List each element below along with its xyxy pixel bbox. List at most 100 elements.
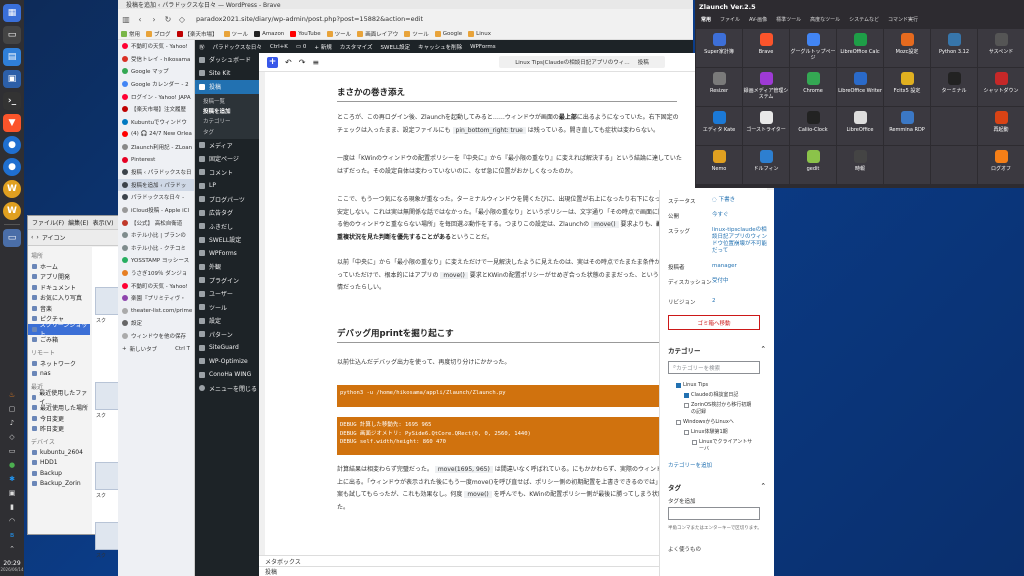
tab[interactable]: 受信トレイ - hikosama xyxy=(118,53,194,66)
menu-settings[interactable]: 設定 xyxy=(195,314,259,328)
trash-button[interactable]: ゴミ箱へ移動 xyxy=(668,315,760,330)
tray-volume-icon[interactable]: ♪ xyxy=(5,417,19,429)
menu-dashboard[interactable]: ダッシュボード xyxy=(195,53,259,67)
tray-wifi-icon[interactable]: ◠ xyxy=(5,515,19,527)
tab[interactable]: 投稿 ‹ パラドックスな日 xyxy=(118,166,194,179)
tab[interactable]: ホテル小比 - クチコミ xyxy=(118,242,194,255)
menu-wp-optimize[interactable]: WP-Optimize xyxy=(195,355,259,369)
bookmark-item[interactable]: ツール xyxy=(404,30,429,38)
checkbox[interactable] xyxy=(684,430,689,435)
new-tab-button[interactable]: + 新しいタブ Ctrl T xyxy=(118,342,194,355)
python-icon[interactable]: ● xyxy=(3,136,21,154)
forward-icon[interactable]: › xyxy=(150,15,158,24)
sidebar-toggle-icon[interactable]: ▥ xyxy=(122,15,130,24)
launcher-button[interactable]: ドルフィン xyxy=(743,146,789,184)
place-nas[interactable]: nas xyxy=(28,369,90,380)
tray-network-icon[interactable]: ◇ xyxy=(5,431,19,443)
launcher-button[interactable]: LibreOffice Calc xyxy=(837,29,883,67)
wp-logo-icon[interactable]: Ⓦ xyxy=(199,43,205,51)
undo-icon[interactable]: ↶ xyxy=(285,58,292,67)
clock[interactable]: 20:29 2026/06/14 xyxy=(0,560,24,572)
address-bar[interactable]: paradox2021.site/diary/wp-admin/post.php… xyxy=(192,13,693,25)
code-block[interactable]: DEBUG 計算した移動先: 1695 965 DEBUG 画面ジオメトリ: P… xyxy=(337,417,679,455)
launcher-button[interactable]: LibreOffice Writer xyxy=(837,68,883,106)
add-block-button[interactable]: + xyxy=(267,56,278,68)
tab[interactable]: (4) 🎧 24/7 New Orlea xyxy=(118,128,194,141)
tab[interactable]: 不動町の天気 - Yahoo! xyxy=(118,279,194,292)
author-value[interactable]: manager xyxy=(712,263,767,270)
adminbar-comments[interactable]: ▭ 0 xyxy=(296,44,306,50)
paragraph-block[interactable]: 以前仕込んだデバッグ出力を使って、再度切り分けにかかった。 xyxy=(337,357,682,370)
adminbar-new[interactable]: + 新規 xyxy=(314,43,331,51)
category-search-input[interactable]: ⌕ カテゴリーを検索 xyxy=(668,361,760,374)
menu-collapse[interactable]: メニューを閉じる xyxy=(195,382,259,396)
forward-icon[interactable]: › xyxy=(36,234,38,241)
tab[interactable]: 不動町の天気 - Yahoo! xyxy=(118,40,194,53)
tab[interactable]: 【公式】 高松自衛道 xyxy=(118,216,194,229)
back-icon[interactable]: ‹ xyxy=(136,15,144,24)
slug-value[interactable]: linux-tipsclaudeの相談日記アプリのウィンドウ位置崩壊が不可能だっ… xyxy=(712,227,767,255)
tab-common[interactable]: 常用 xyxy=(701,16,711,23)
place-music[interactable]: 音楽 xyxy=(28,303,90,314)
launcher-button[interactable]: 時報 xyxy=(837,146,883,184)
bookmark-item[interactable]: Amazon xyxy=(254,31,284,37)
tag-frequent-link[interactable]: よく使うもの xyxy=(668,545,758,553)
launcher-button[interactable]: Brave xyxy=(743,29,789,67)
menu-blog-parts[interactable]: ブログパーツ xyxy=(195,193,259,207)
tab-standard-tools[interactable]: 標準ツール xyxy=(776,16,801,23)
tray-bluetooth-icon[interactable]: ✱ xyxy=(5,473,19,485)
tray-expand-icon[interactable]: ⌃ xyxy=(5,543,19,555)
launcher-button[interactable]: ゴーストライター xyxy=(743,107,789,145)
category-item[interactable]: Claudeの相談室日記 xyxy=(684,392,764,399)
brave-icon[interactable]: ▼ xyxy=(3,114,21,132)
submenu-all-posts[interactable]: 投稿一覧 xyxy=(195,96,259,106)
tray-folder-icon[interactable]: ▢ xyxy=(5,403,19,415)
launcher-button[interactable]: Fcitx5 設定 xyxy=(884,68,930,106)
back-icon[interactable]: ‹ xyxy=(31,234,33,241)
menu-siteguard[interactable]: SiteGuard xyxy=(195,341,259,355)
menu-swell-settings[interactable]: SWELL設定 xyxy=(195,233,259,247)
window-manager-icon[interactable]: ▣ xyxy=(3,70,21,88)
status-value[interactable]: ◌ 下書き xyxy=(712,197,767,204)
tab[interactable]: 【楽天市場】注文履歴 xyxy=(118,103,194,116)
modified-today[interactable]: 今日変更 xyxy=(28,413,90,424)
tab[interactable]: iCloud投稿 - Apple iCl xyxy=(118,204,194,217)
tab[interactable]: ウィンドウを他の保存 xyxy=(118,330,194,343)
tab[interactable]: Google カレンダー - 2 xyxy=(118,78,194,91)
category-panel-header[interactable]: カテゴリー ⌃ xyxy=(668,345,766,355)
bookmark-item[interactable]: 常用 xyxy=(121,30,140,38)
show-desktop-icon[interactable]: ▭ xyxy=(3,26,21,44)
menu-posts[interactable]: 投稿 xyxy=(195,80,259,94)
device-kubuntu[interactable]: kubuntu_2604 xyxy=(28,447,90,458)
revision-value[interactable]: 2 xyxy=(712,298,767,305)
bookmark-icon[interactable]: ◇ xyxy=(178,15,186,24)
python-icon-2[interactable]: ● xyxy=(3,158,21,176)
bookmark-item[interactable]: ツール xyxy=(326,30,351,38)
adminbar-wpforms[interactable]: WPForms xyxy=(470,44,495,50)
menu-wpforms[interactable]: WPForms xyxy=(195,247,259,261)
tray-display-icon[interactable]: ▭ xyxy=(5,445,19,457)
tag-panel-header[interactable]: タグ ⌃ xyxy=(668,482,766,492)
menu-plugins[interactable]: プラグイン xyxy=(195,274,259,288)
launcher-button[interactable]: エディタ Kate xyxy=(696,107,742,145)
category-item[interactable]: Linuxでクライアントサーバ xyxy=(692,439,757,452)
menu-media[interactable]: メディア xyxy=(195,139,259,153)
terminal-icon[interactable]: ›_ xyxy=(3,92,21,110)
launcher-button[interactable]: LibreOffice xyxy=(837,107,883,145)
launcher-button[interactable]: 再起動 xyxy=(978,107,1024,145)
launcher-button[interactable]: グーグルトップページ xyxy=(790,29,836,67)
tab-av[interactable]: AV-画像 xyxy=(749,16,767,23)
menu-view[interactable]: 表示(V) xyxy=(93,218,114,227)
launcher-button[interactable]: Nemo xyxy=(696,146,742,184)
bookmark-item[interactable]: YouTube xyxy=(290,31,321,37)
document-overview-icon[interactable]: ≡ xyxy=(312,58,319,67)
recent-files[interactable]: 最近使用したファイ... xyxy=(28,390,90,406)
launcher-button[interactable]: シャットダウン xyxy=(978,68,1024,106)
place-documents[interactable]: ドキュメント xyxy=(28,282,90,293)
place-screenshots[interactable]: スクリーンショット xyxy=(28,322,90,338)
tab[interactable]: Zlaunch利用記 - ZLoan xyxy=(118,141,194,154)
tab[interactable]: Kubuntuでウィンドウ xyxy=(118,116,194,129)
bookmark-item[interactable]: 画面レイアウ xyxy=(357,30,398,38)
submenu-add-post[interactable]: 投稿を追加 xyxy=(195,106,259,116)
tab[interactable]: うさぎ109％ ダンジョ xyxy=(118,267,194,280)
